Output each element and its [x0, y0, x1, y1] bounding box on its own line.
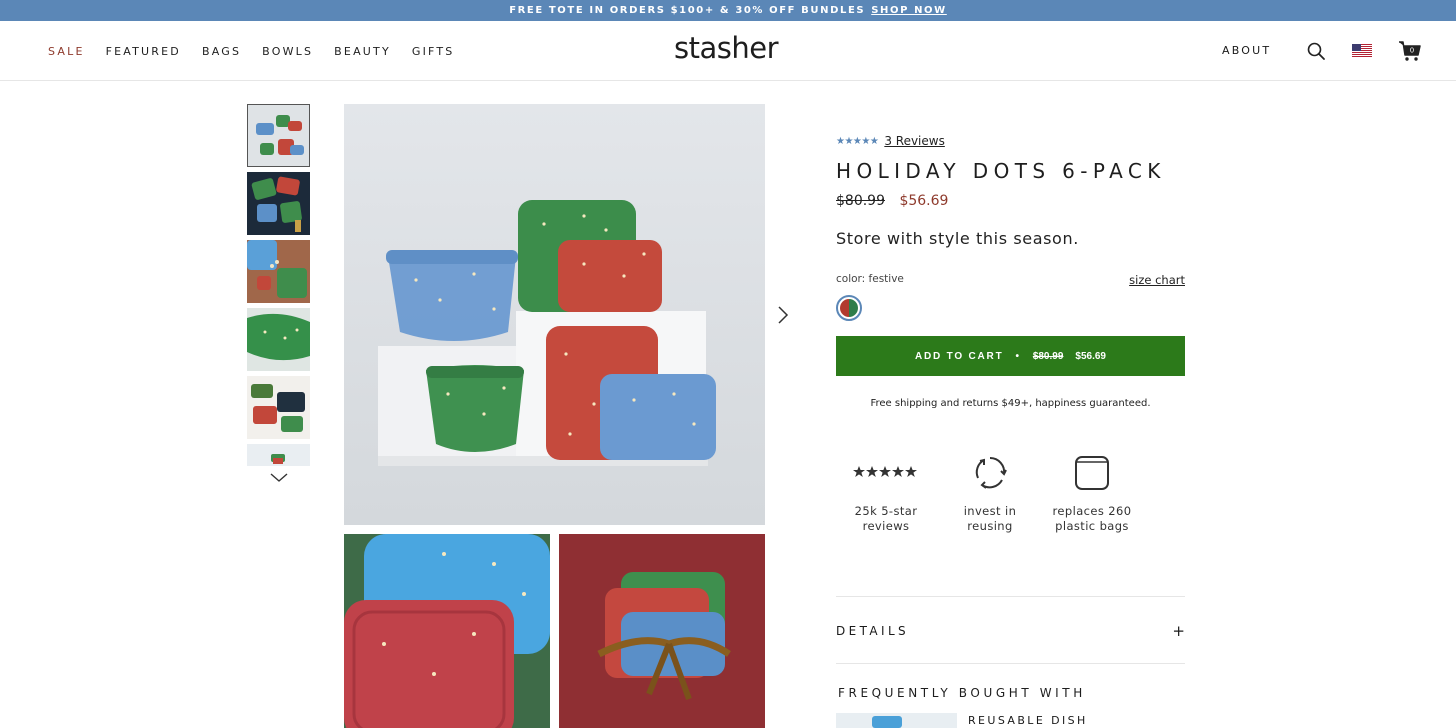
- divider: [836, 663, 1185, 664]
- add-to-cart-button[interactable]: ADD TO CART • $80.99 $56.69: [836, 336, 1185, 376]
- price-row: $80.99 $56.69: [836, 193, 1185, 209]
- cart-icon[interactable]: 0: [1398, 40, 1422, 62]
- thumbnail-1[interactable]: [247, 104, 310, 167]
- announcement-bar: FREE TOTE IN ORDERS $100+ & 30% OFF BUND…: [0, 0, 1456, 21]
- thumbnail-list: [247, 104, 311, 471]
- us-flag-icon[interactable]: [1352, 44, 1372, 57]
- add-to-cart-label: ADD TO CART: [914, 350, 1004, 362]
- feature-bags-line1: replaces 260: [1052, 504, 1132, 518]
- nav-item-beauty[interactable]: BEAUTY: [334, 45, 391, 58]
- cart-count: 0: [1410, 47, 1414, 55]
- feature-bags-line2: plastic bags: [1055, 519, 1129, 533]
- color-row: color: festive size chart: [836, 273, 1185, 287]
- shop-now-link[interactable]: SHOP NOW: [871, 5, 947, 16]
- feature-reusing-line1: invest in: [963, 504, 1017, 518]
- product-tagline: Store with style this season.: [836, 229, 1079, 248]
- size-chart-link[interactable]: size chart: [1129, 273, 1185, 287]
- feature-reviews-line2: reviews: [862, 519, 910, 533]
- site-header: SALE FEATURED BAGS BOWLS BEAUTY GIFTS st…: [0, 21, 1456, 81]
- five-star-icon: [853, 466, 917, 477]
- separator-dot: •: [1015, 350, 1021, 362]
- announcement-text: FREE TOTE IN ORDERS $100+ & 30% OFF BUND…: [509, 5, 866, 16]
- feature-reviews-line1: 25k 5-star: [854, 504, 918, 518]
- nav-item-featured[interactable]: FEATURED: [106, 45, 181, 58]
- stasher-logo[interactable]: stasher: [674, 31, 779, 65]
- thumbnail-6[interactable]: [247, 444, 310, 466]
- main-product-image[interactable]: [344, 104, 765, 525]
- rating-row: ★★★★★ 3 Reviews: [836, 130, 1185, 152]
- sale-price: $56.69: [899, 193, 949, 209]
- feature-bags: replaces 260 plastic bags: [1042, 450, 1142, 534]
- nav-item-about[interactable]: ABOUT: [1222, 44, 1271, 57]
- product-title: HOLIDAY DOTS 6-PACK: [836, 159, 1166, 183]
- shipping-note: Free shipping and returns $49+, happines…: [870, 398, 1151, 409]
- details-label: DETAILS: [836, 624, 910, 638]
- button-original-price: $80.99: [1032, 350, 1064, 362]
- frequently-bought-heading: FREQUENTLY BOUGHT WITH: [838, 686, 1086, 700]
- chevron-down-icon[interactable]: [268, 470, 290, 484]
- nav-item-sale[interactable]: SALE: [48, 45, 85, 58]
- divider: [836, 596, 1185, 597]
- main-nav: SALE FEATURED BAGS BOWLS BEAUTY GIFTS: [48, 21, 476, 81]
- feature-highlights: 25k 5-star reviews invest in reusing rep…: [836, 450, 1185, 550]
- frequently-bought-item-name[interactable]: REUSABLE DISH: [968, 714, 1088, 727]
- thumbnail-4[interactable]: [247, 308, 310, 371]
- recycle-arrows-icon: [975, 456, 1007, 489]
- frequently-bought-image[interactable]: [836, 713, 957, 728]
- bag-outline-icon: [1075, 456, 1109, 490]
- original-price: $80.99: [836, 193, 885, 209]
- feature-reusing: invest in reusing: [940, 450, 1040, 534]
- product-image-3[interactable]: [559, 534, 765, 728]
- thumbnail-2[interactable]: [247, 172, 310, 235]
- details-accordion[interactable]: DETAILS +: [836, 620, 1185, 642]
- color-label: color: festive: [836, 273, 904, 285]
- nav-item-gifts[interactable]: GIFTS: [412, 45, 455, 58]
- rating-stars: ★★★★★: [836, 135, 879, 147]
- color-swatch-festive[interactable]: [836, 295, 862, 321]
- plus-icon[interactable]: +: [1172, 622, 1185, 640]
- reviews-link[interactable]: 3 Reviews: [884, 134, 945, 148]
- feature-reviews: 25k 5-star reviews: [836, 450, 936, 534]
- chevron-right-icon[interactable]: [775, 304, 791, 326]
- thumbnail-3[interactable]: [247, 240, 310, 303]
- nav-item-bowls[interactable]: BOWLS: [262, 45, 313, 58]
- search-icon[interactable]: [1306, 41, 1326, 61]
- thumbnail-5[interactable]: [247, 376, 310, 439]
- feature-reusing-line2: reusing: [967, 519, 1013, 533]
- product-info: ★★★★★ 3 Reviews HOLIDAY DOTS 6-PACK $80.…: [836, 130, 1185, 409]
- product-image-2[interactable]: [344, 534, 550, 728]
- button-sale-price: $56.69: [1075, 350, 1106, 362]
- nav-item-bags[interactable]: BAGS: [202, 45, 241, 58]
